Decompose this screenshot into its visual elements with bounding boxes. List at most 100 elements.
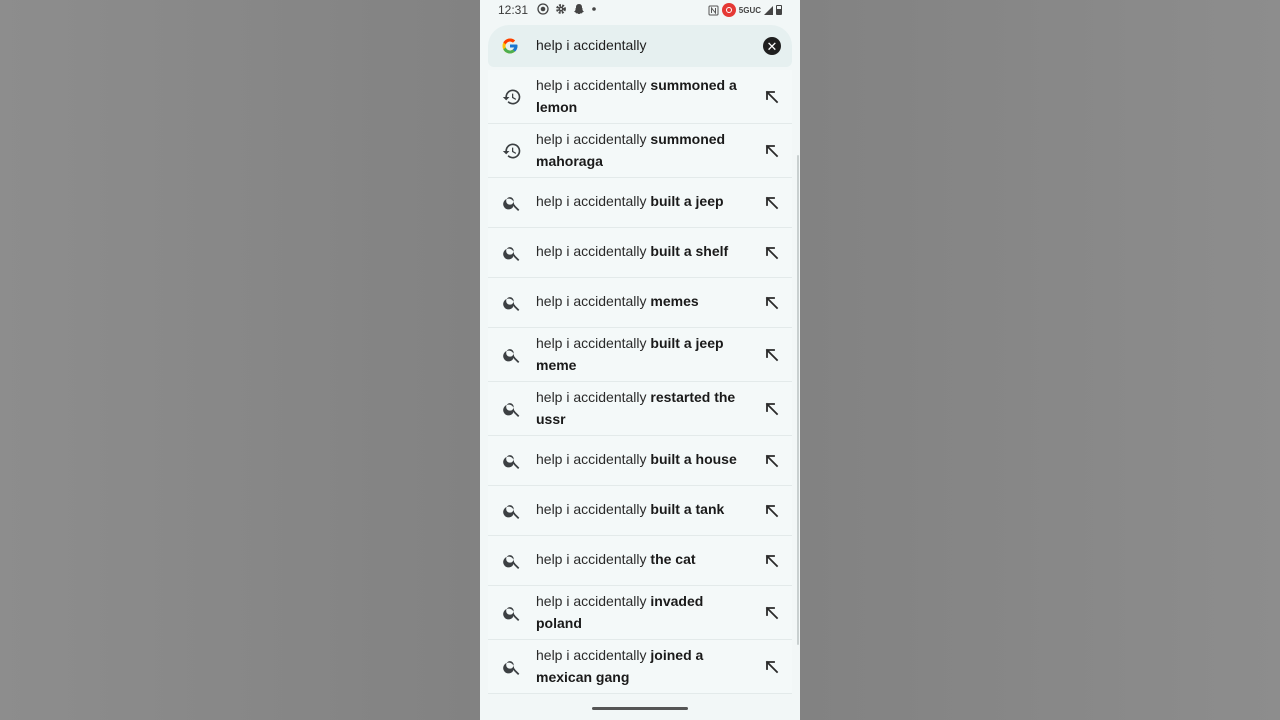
- screen-record-icon: [721, 3, 736, 17]
- status-time: 12:31: [498, 3, 529, 17]
- search-icon: [502, 657, 522, 677]
- search-icon: [502, 193, 522, 213]
- nfc-icon: [708, 5, 719, 15]
- google-g-logo: [502, 38, 518, 54]
- suggestion-text: help i accidentally invaded poland: [536, 591, 751, 634]
- suggestion-text: help i accidentally memes: [536, 291, 751, 313]
- history-icon: [502, 87, 522, 107]
- status-bar: 12:31 5GUC: [480, 0, 800, 22]
- suggestion-prefix: help i accidentally: [536, 131, 647, 147]
- suggestion-text: help i accidentally built a house: [536, 449, 751, 471]
- suggestion-row[interactable]: help i accidentally built a jeep: [488, 178, 792, 228]
- suggestion-prefix: help i accidentally: [536, 451, 647, 467]
- suggestion-text: help i accidentally built a tank: [536, 499, 751, 521]
- search-icon: [502, 399, 522, 419]
- fill-query-arrow-icon[interactable]: [764, 605, 780, 621]
- gear-icon: [556, 4, 566, 14]
- suggestion-prefix: help i accidentally: [536, 647, 647, 663]
- search-bar[interactable]: help i accidentally ✕: [488, 25, 792, 67]
- fill-query-arrow-icon[interactable]: [764, 89, 780, 105]
- suggestion-row[interactable]: help i accidentally restarted the ussr: [488, 382, 792, 436]
- suggestion-list: help i accidentally summoned a lemon help …: [488, 70, 792, 694]
- search-icon: [502, 293, 522, 313]
- search-icon: [502, 603, 522, 623]
- search-icon: [502, 551, 522, 571]
- battery-icon: [776, 5, 782, 15]
- suggestion-row[interactable]: help i accidentally memes: [488, 278, 792, 328]
- background-right: [800, 0, 1280, 720]
- record-icon: [537, 3, 549, 15]
- fill-query-arrow-icon[interactable]: [764, 401, 780, 417]
- suggestion-completion-line2: lemon: [536, 98, 578, 115]
- suggestion-prefix: help i accidentally: [536, 193, 647, 209]
- fill-query-arrow-icon[interactable]: [764, 143, 780, 159]
- suggestion-completion-line2: ussr: [536, 410, 566, 427]
- suggestion-completion: built a jeep: [650, 193, 724, 209]
- suggestion-completion-line2: poland: [536, 614, 582, 631]
- suggestion-completion: built a shelf: [650, 243, 729, 259]
- suggestion-completion: the cat: [650, 551, 696, 567]
- search-input[interactable]: help i accidentally: [536, 37, 647, 53]
- network-label: 5GUC: [738, 5, 761, 15]
- suggestion-completion-line2: mexican gang: [536, 668, 630, 685]
- status-icons-left: [537, 3, 597, 15]
- close-circle-icon[interactable]: ✕: [763, 37, 781, 55]
- fill-query-arrow-icon[interactable]: [764, 453, 780, 469]
- status-icons-right: 5GUC: [708, 3, 782, 17]
- suggestion-text: help i accidentally joined a mexican gang: [536, 645, 751, 688]
- fill-query-arrow-icon[interactable]: [764, 347, 780, 363]
- suggestion-row[interactable]: help i accidentally the cat: [488, 536, 792, 586]
- suggestion-row[interactable]: help i accidentally joined a mexican gang: [488, 640, 792, 694]
- background-left: [0, 0, 480, 720]
- fill-query-arrow-icon[interactable]: [764, 659, 780, 675]
- suggestion-completion: memes: [650, 293, 699, 309]
- suggestion-prefix: help i accidentally: [536, 77, 647, 93]
- suggestion-prefix: help i accidentally: [536, 501, 647, 517]
- signal-icon: [764, 5, 773, 15]
- search-icon: [502, 345, 522, 365]
- suggestion-completion-line2: mahoraga: [536, 152, 603, 169]
- suggestion-row[interactable]: help i accidentally built a house: [488, 436, 792, 486]
- suggestion-row[interactable]: help i accidentally summoned a lemon: [488, 70, 792, 124]
- fill-query-arrow-icon[interactable]: [764, 195, 780, 211]
- suggestion-completion: restarted the: [650, 389, 736, 405]
- suggestion-completion: joined a: [650, 647, 704, 663]
- suggestion-text: help i accidentally summoned a lemon: [536, 75, 751, 118]
- suggestion-text: help i accidentally built a jeep: [536, 191, 751, 213]
- fill-query-arrow-icon[interactable]: [764, 553, 780, 569]
- suggestion-prefix: help i accidentally: [536, 335, 647, 351]
- suggestion-text: help i accidentally built a shelf: [536, 241, 751, 263]
- suggestion-text: help i accidentally restarted the ussr: [536, 387, 751, 430]
- suggestion-text: help i accidentally built a jeep meme: [536, 333, 751, 376]
- scrollbar[interactable]: [797, 155, 799, 645]
- suggestion-completion: summoned a: [650, 77, 737, 93]
- history-icon: [502, 141, 522, 161]
- fill-query-arrow-icon[interactable]: [764, 503, 780, 519]
- search-icon: [502, 501, 522, 521]
- suggestion-prefix: help i accidentally: [536, 243, 647, 259]
- suggestion-completion: invaded: [650, 593, 704, 609]
- suggestion-completion-line2: meme: [536, 356, 577, 373]
- suggestion-row[interactable]: help i accidentally summoned mahoraga: [488, 124, 792, 178]
- suggestion-row[interactable]: help i accidentally built a shelf: [488, 228, 792, 278]
- suggestion-prefix: help i accidentally: [536, 593, 647, 609]
- search-icon: [502, 451, 522, 471]
- suggestion-prefix: help i accidentally: [536, 293, 647, 309]
- phone-screen: 12:31 5GUC help i accidentally ✕ help i …: [480, 0, 800, 720]
- fill-query-arrow-icon[interactable]: [764, 295, 780, 311]
- suggestion-text: help i accidentally summoned mahoraga: [536, 129, 751, 172]
- suggestion-row[interactable]: help i accidentally invaded poland: [488, 586, 792, 640]
- suggestion-prefix: help i accidentally: [536, 551, 647, 567]
- suggestion-completion: summoned: [650, 131, 726, 147]
- suggestion-row[interactable]: help i accidentally built a jeep meme: [488, 328, 792, 382]
- search-icon: [502, 243, 522, 263]
- gesture-nav-handle[interactable]: [592, 707, 688, 710]
- dot-icon: [592, 7, 596, 11]
- suggestion-completion: built a jeep: [650, 335, 724, 351]
- fill-query-arrow-icon[interactable]: [764, 245, 780, 261]
- suggestion-prefix: help i accidentally: [536, 389, 647, 405]
- suggestion-row[interactable]: help i accidentally built a tank: [488, 486, 792, 536]
- snapchat-icon: [574, 4, 584, 14]
- suggestion-text: help i accidentally the cat: [536, 549, 751, 571]
- suggestion-completion: built a house: [650, 451, 737, 467]
